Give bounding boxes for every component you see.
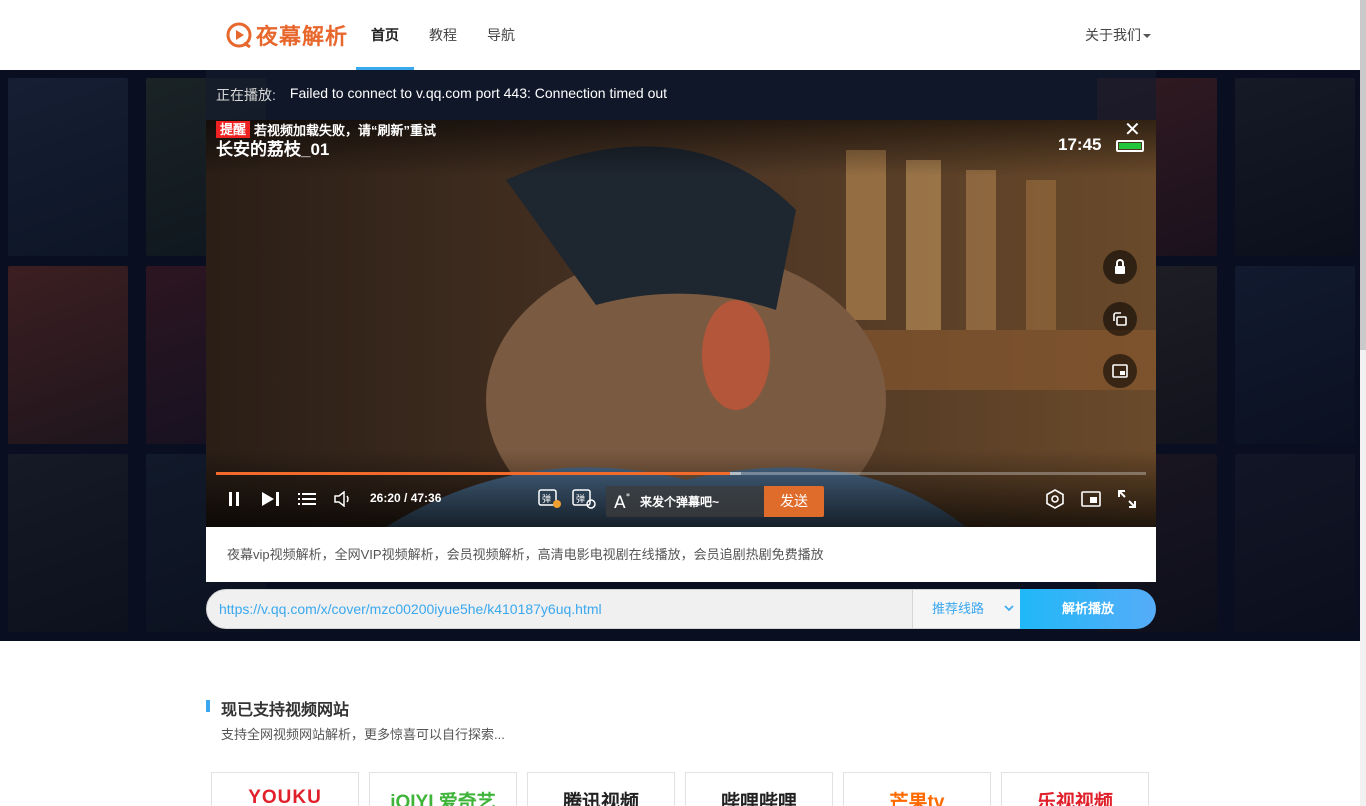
clock-display: 17:45 (1058, 135, 1102, 154)
list-icon (298, 493, 316, 505)
site-description: 夜幕vip视频解析，全网VIP视频解析，会员视频解析，高清电影电视剧在线播放，会… (206, 527, 1156, 582)
about-dropdown[interactable]: 关于我们 (1085, 0, 1151, 70)
site-card-mgtv[interactable]: 芒果tv (843, 772, 991, 806)
picture-in-picture-icon (1112, 364, 1128, 378)
settings-button[interactable] (1044, 487, 1066, 511)
nav-item-home[interactable]: 首页 (356, 0, 414, 70)
lock-button[interactable] (1103, 250, 1137, 284)
font-style-icon[interactable]: A * (613, 491, 633, 511)
settings-icon (1046, 489, 1064, 509)
danmaku-input-group: A* 发送 (606, 486, 824, 517)
send-danmaku-button[interactable]: 发送 (764, 486, 824, 517)
danmaku-settings-button[interactable]: 弹 (572, 487, 596, 511)
nav-item-tutorial[interactable]: 教程 (414, 0, 472, 70)
volume-button[interactable] (332, 487, 354, 511)
supported-sites-list: YOUKU iQIYI 爱奇艺 腾讯视频 哔哩哔哩 芒果tv 乐视视频 (211, 772, 1149, 806)
time-display: 26:20 / 47:36 (370, 491, 442, 505)
scrollbar-thumb[interactable] (1360, 0, 1366, 350)
svg-text:*: * (626, 492, 630, 501)
pause-button[interactable] (224, 487, 244, 511)
site-card-bilibili[interactable]: 哔哩哔哩 (685, 772, 833, 806)
skip-next-icon (262, 492, 279, 506)
next-button[interactable] (260, 487, 282, 511)
site-card-tencent[interactable]: 腾讯视频 (527, 772, 675, 806)
iqiyi-logo: iQIYI 爱奇艺 (390, 792, 496, 806)
site-card-letv[interactable]: 乐视视频 (1001, 772, 1149, 806)
now-playing-label: 正在播放: (216, 87, 276, 103)
line-select-label: 推荐线路 (932, 601, 985, 616)
line-select[interactable]: 推荐线路 (912, 589, 1021, 629)
site-card-youku[interactable]: YOUKU (211, 772, 359, 806)
rotate-icon (1113, 312, 1127, 326)
svg-text:A: A (614, 493, 626, 511)
pause-icon (229, 492, 239, 506)
nav-item-navigation[interactable]: 导航 (472, 0, 530, 70)
svg-text:弹: 弹 (542, 493, 551, 505)
rotate-button[interactable] (1103, 302, 1137, 336)
battery-icon (1116, 140, 1144, 152)
supported-section-title: 现已支持视频网站 (206, 696, 349, 720)
parse-play-button[interactable]: 解析播放 (1020, 589, 1156, 629)
logo-text: 夜幕解析 (256, 24, 349, 49)
volume-icon (334, 491, 349, 507)
playlist-button[interactable] (296, 487, 318, 511)
tencent-video-logo: 腾讯视频 (562, 792, 639, 806)
danmaku-input[interactable] (640, 486, 764, 517)
caret-down-icon (1143, 34, 1151, 39)
fullscreen-button[interactable] (1116, 487, 1138, 511)
player-region: 正在播放: Failed to connect to v.qq.com port… (0, 70, 1360, 641)
video-title: 长安的荔枝_01 (216, 140, 330, 159)
main-nav: 首页 教程 导航 (356, 0, 530, 70)
progress-buffered (730, 472, 741, 475)
site-card-iqiyi[interactable]: iQIYI 爱奇艺 (369, 772, 517, 806)
danmaku-toggle-button[interactable]: 弹 (538, 487, 562, 511)
parse-form: 推荐线路 解析播放 (206, 589, 1156, 629)
web-fullscreen-icon (1081, 491, 1101, 507)
about-label: 关于我们 (1085, 27, 1141, 43)
top-header: 夜幕解析 首页 教程 导航 关于我们 (0, 0, 1366, 70)
mgtv-logo: 芒果tv (889, 792, 945, 806)
page-scrollbar[interactable] (1360, 0, 1366, 806)
video-url-input[interactable] (206, 589, 913, 629)
progress-played (216, 472, 730, 475)
fullscreen-icon (1118, 490, 1136, 508)
web-fullscreen-button[interactable] (1080, 487, 1102, 511)
site-logo[interactable]: 夜幕解析 (226, 19, 348, 51)
danmaku-toggle-icon: 弹 (538, 489, 561, 508)
supported-section-subtitle: 支持全网视频网站解析，更多惊喜可以自行探索... (221, 727, 505, 742)
letv-logo: 乐视视频 (1036, 792, 1113, 806)
youku-logo: YOUKU (248, 787, 322, 806)
now-playing-row: 正在播放: Failed to connect to v.qq.com port… (216, 85, 667, 105)
danmaku-settings-icon: 弹 (572, 489, 596, 509)
now-playing-status: Failed to connect to v.qq.com port 443: … (289, 85, 668, 101)
pip-button[interactable] (1103, 354, 1137, 388)
bilibili-logo: 哔哩哔哩 (720, 792, 797, 806)
close-notice-icon[interactable]: ✕ (1124, 120, 1141, 140)
video-player[interactable]: 提醒 若视频加载失败，请“刷新”重试 长安的荔枝_01 17:45 ✕ 26:2… (206, 120, 1156, 527)
chevron-down-icon (1004, 605, 1014, 612)
svg-text:弹: 弹 (576, 493, 585, 505)
lock-icon (1115, 259, 1125, 274)
progress-bar[interactable] (216, 472, 1146, 475)
play-circle-icon (226, 22, 252, 48)
